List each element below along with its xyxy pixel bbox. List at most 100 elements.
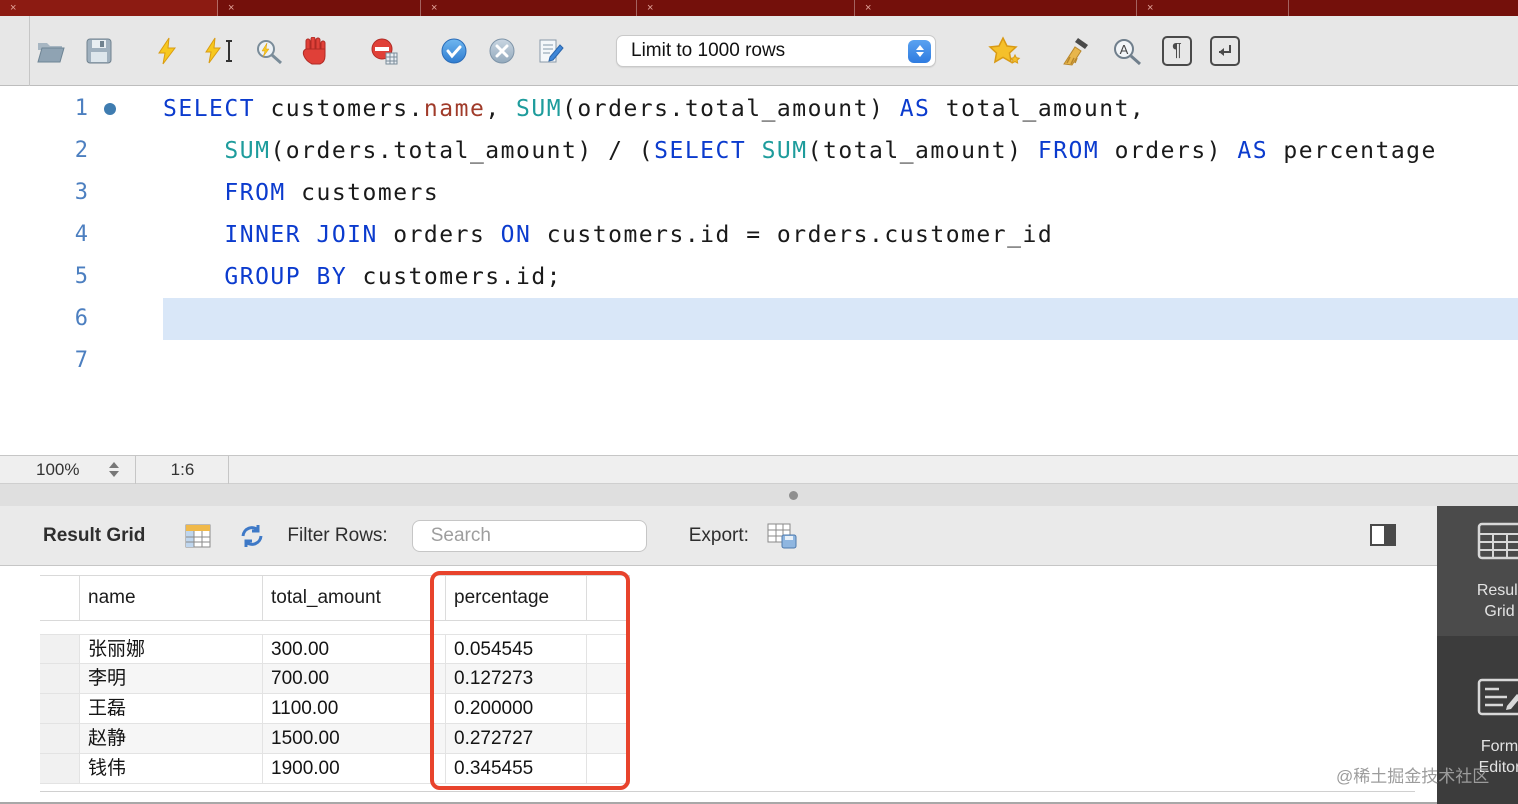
editor-line[interactable]: 6: [0, 298, 1518, 340]
explain-plan-button[interactable]: [254, 37, 284, 65]
row-selector[interactable]: [40, 635, 80, 663]
cell-total-amount[interactable]: 1900.00: [263, 754, 446, 783]
row-selector[interactable]: [40, 754, 80, 783]
refresh-button[interactable]: [237, 523, 267, 549]
code-text[interactable]: FROM customers: [163, 172, 1518, 214]
search-input[interactable]: [431, 525, 676, 547]
cell-percentage[interactable]: 0.200000: [446, 694, 587, 723]
cell-total-amount[interactable]: 300.00: [263, 635, 446, 663]
cell-total-amount[interactable]: 1100.00: [263, 694, 446, 723]
editor-tab[interactable]: ×: [421, 0, 637, 16]
rollback-button[interactable]: [488, 37, 516, 65]
select-stepper-icon[interactable]: [908, 40, 931, 63]
stop-query-button[interactable]: [302, 37, 328, 65]
code-token: SELECT: [163, 96, 255, 122]
find-button[interactable]: A: [1112, 37, 1142, 65]
statement-marker-dot: [104, 103, 116, 115]
table-row[interactable]: 钱伟 1900.00 0.345455: [40, 754, 630, 784]
editor-line[interactable]: 3 FROM customers: [0, 172, 1518, 214]
table-row[interactable]: 王磊 1100.00 0.200000: [40, 694, 630, 724]
editor-line[interactable]: 2 SUM(orders.total_amount) / (SELECT SUM…: [0, 130, 1518, 172]
export-button[interactable]: [767, 523, 797, 549]
toggle-wrap-button[interactable]: [1210, 36, 1240, 66]
editor-tab[interactable]: ×: [0, 0, 218, 16]
row-selector[interactable]: [40, 694, 80, 723]
side-panel-toggle-button[interactable]: [1370, 524, 1396, 546]
cell-name[interactable]: 赵静: [80, 724, 263, 753]
magnifier-lightning-icon: [254, 37, 284, 65]
grid-spacer: [40, 621, 630, 634]
commit-button[interactable]: [440, 37, 468, 65]
editor-line[interactable]: 7: [0, 340, 1518, 382]
save-script-button[interactable]: [86, 38, 112, 64]
tab-close-icon[interactable]: ×: [218, 0, 234, 16]
toggle-autocommit-button[interactable]: [538, 37, 564, 65]
cell-percentage[interactable]: 0.127273: [446, 664, 587, 693]
search-box[interactable]: [412, 520, 647, 552]
column-header-percentage[interactable]: percentage: [446, 576, 587, 620]
execute-button[interactable]: [156, 37, 178, 65]
table-row[interactable]: 李明 700.00 0.127273: [40, 664, 630, 694]
code-text[interactable]: GROUP BY customers.id;: [163, 256, 1518, 298]
grid-view-button[interactable]: [185, 524, 211, 548]
cell-name[interactable]: 王磊: [80, 694, 263, 723]
limit-rows-select[interactable]: Limit to 1000 rows: [616, 35, 936, 67]
pane-splitter[interactable]: [0, 484, 1518, 506]
code-token: INNER JOIN: [224, 222, 377, 248]
tab-bar-filler: [1289, 0, 1518, 16]
editor-line[interactable]: 5 GROUP BY customers.id;: [0, 256, 1518, 298]
cell-percentage[interactable]: 0.345455: [446, 754, 587, 783]
editor-tab[interactable]: ×: [1137, 0, 1289, 16]
tab-close-icon[interactable]: ×: [637, 0, 653, 16]
splitter-handle[interactable]: [789, 491, 798, 500]
code-text[interactable]: [163, 340, 1518, 382]
table-row[interactable]: 张丽娜 300.00 0.054545: [40, 634, 630, 664]
label-line: Result: [1437, 580, 1518, 601]
editor-tab[interactable]: ×: [855, 0, 1137, 16]
beautify-sql-button[interactable]: [1058, 36, 1092, 66]
code-text[interactable]: SELECT customers.name, SUM(orders.total_…: [163, 88, 1518, 130]
code-text[interactable]: INNER JOIN orders ON customers.id = orde…: [163, 214, 1518, 256]
folder-icon: [36, 38, 66, 64]
cell-name[interactable]: 钱伟: [80, 754, 263, 783]
editor-tab[interactable]: ×: [637, 0, 855, 16]
tab-close-icon[interactable]: ×: [421, 0, 437, 16]
open-script-button[interactable]: [36, 38, 66, 64]
column-header-name[interactable]: name: [80, 576, 263, 620]
tab-close-icon[interactable]: ×: [1137, 0, 1153, 16]
table-row[interactable]: 赵静 1500.00 0.272727: [40, 724, 630, 754]
line-marker-column: [88, 298, 163, 340]
tab-close-icon[interactable]: ×: [855, 0, 871, 16]
chevron-down-icon: [916, 52, 924, 57]
pilcrow-icon: ¶: [1162, 36, 1192, 66]
sql-editor[interactable]: 1 SELECT customers.name, SUM(orders.tota…: [0, 86, 1518, 455]
cell-name[interactable]: 李明: [80, 664, 263, 693]
cell-percentage[interactable]: 0.054545: [446, 635, 587, 663]
cell-total-amount[interactable]: 700.00: [263, 664, 446, 693]
cell-name[interactable]: 张丽娜: [80, 635, 263, 663]
tab-close-icon[interactable]: ×: [0, 0, 16, 16]
favorites-button[interactable]: [988, 36, 1022, 66]
zoom-stepper[interactable]: [109, 462, 119, 477]
execute-current-statement-button[interactable]: [204, 37, 234, 65]
editor-line[interactable]: 4 INNER JOIN orders ON customers.id = or…: [0, 214, 1518, 256]
code-token: AS: [1237, 138, 1268, 164]
row-selector[interactable]: [40, 724, 80, 753]
x-circle-icon: [488, 37, 516, 65]
code-text[interactable]: SUM(orders.total_amount) / (SELECT SUM(t…: [163, 130, 1518, 172]
current-line-highlight[interactable]: [163, 298, 1518, 340]
cell-percentage[interactable]: 0.272727: [446, 724, 587, 753]
code-token: [746, 138, 761, 164]
cell-total-amount[interactable]: 1500.00: [263, 724, 446, 753]
side-panel-item-result-grid[interactable]: ResultGrid: [1437, 506, 1518, 636]
editor-tab[interactable]: ×: [218, 0, 421, 16]
toggle-stop-on-error-button[interactable]: [370, 37, 398, 65]
line-number: 3: [0, 172, 88, 214]
chevron-down-icon: [109, 471, 119, 477]
editor-line[interactable]: 1 SELECT customers.name, SUM(orders.tota…: [0, 88, 1518, 130]
column-header-total-amount[interactable]: total_amount: [263, 576, 446, 620]
row-selector-header[interactable]: [40, 576, 80, 620]
row-selector[interactable]: [40, 664, 80, 693]
code-token: [163, 138, 224, 164]
show-invisibles-button[interactable]: ¶: [1162, 36, 1192, 66]
